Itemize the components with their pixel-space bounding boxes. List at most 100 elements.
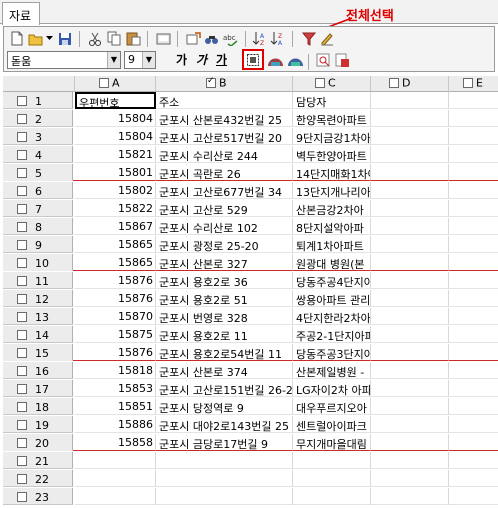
row-height-icon[interactable] <box>266 52 284 69</box>
italic-button[interactable]: 가 <box>196 51 207 68</box>
cell-a[interactable]: 15858 <box>75 434 156 451</box>
row-header[interactable]: 1 <box>3 92 73 109</box>
cell-b[interactable]: 군포시 용호2로 51 <box>156 290 293 307</box>
cell-a[interactable]: 15886 <box>75 416 156 433</box>
cell-e[interactable] <box>449 128 498 145</box>
row-header[interactable]: 9 <box>3 236 73 253</box>
cell-d[interactable] <box>371 272 449 289</box>
new-file-icon[interactable] <box>8 30 26 47</box>
print-preview-icon[interactable] <box>154 30 172 47</box>
row-checkbox[interactable] <box>17 330 27 340</box>
cell-b[interactable]: 군포시 당정역로 9 <box>156 398 293 415</box>
find-icon[interactable] <box>203 30 221 47</box>
cell-b[interactable]: 군포시 용호2로54번길 11 <box>156 344 293 361</box>
spell-check-icon[interactable]: abc <box>222 30 240 47</box>
open-dropdown-icon[interactable] <box>45 30 54 47</box>
cell-e[interactable] <box>449 470 498 487</box>
row-checkbox[interactable] <box>17 366 27 376</box>
cell-a[interactable] <box>75 470 156 487</box>
cell-e[interactable] <box>449 164 498 181</box>
cell-c[interactable]: 8단지설악아파 <box>293 218 371 235</box>
cell-a[interactable]: 15876 <box>75 290 156 307</box>
cell-c[interactable]: 센트럴아이파크 <box>293 416 371 433</box>
cell-d[interactable] <box>371 254 449 271</box>
column-width-icon[interactable] <box>286 52 304 69</box>
row-checkbox[interactable] <box>17 438 27 448</box>
cell-b[interactable]: 군포시 금당로17번길 9 <box>156 434 293 451</box>
cell-d[interactable] <box>371 92 449 109</box>
column-c-checkbox[interactable] <box>315 78 325 88</box>
cell-b[interactable]: 군포시 고산로151번길 26-23 <box>156 380 293 397</box>
row-checkbox[interactable] <box>17 114 27 124</box>
column-e-checkbox[interactable] <box>463 78 473 88</box>
row-header[interactable]: 16 <box>3 362 73 379</box>
cell-d[interactable] <box>371 434 449 451</box>
cell-c[interactable]: LG자이2차 아파 <box>293 380 371 397</box>
cell-a[interactable]: 15821 <box>75 146 156 163</box>
cell-d[interactable] <box>371 236 449 253</box>
cell-c[interactable]: 주공2-1단지아파 <box>293 326 371 343</box>
cell-b[interactable] <box>156 488 293 505</box>
cell-d[interactable] <box>371 344 449 361</box>
row-checkbox[interactable] <box>17 168 27 178</box>
cell-e[interactable] <box>449 326 498 343</box>
cell-c[interactable]: 쌍용아파트 관리 <box>293 290 371 307</box>
cell-c[interactable]: 13단지개나리아 <box>293 182 371 199</box>
sort-descending-icon[interactable]: ZA <box>269 30 287 47</box>
cell-b[interactable]: 군포시 수리산로 102 <box>156 218 293 235</box>
cell-e[interactable] <box>449 344 498 361</box>
cell-d[interactable] <box>371 200 449 217</box>
search-icon[interactable] <box>314 52 332 69</box>
cell-a[interactable]: 15822 <box>75 200 156 217</box>
cell-a[interactable]: 15865 <box>75 236 156 253</box>
row-header[interactable]: 10 <box>3 254 73 271</box>
cell-e[interactable] <box>449 182 498 199</box>
cell-a[interactable]: 15804 <box>75 110 156 127</box>
cell-d[interactable] <box>371 452 449 469</box>
cell-c[interactable]: 산본금강2차아 <box>293 200 371 217</box>
underline-button[interactable]: 가 <box>216 51 227 68</box>
cell-c[interactable] <box>293 470 371 487</box>
row-header[interactable]: 8 <box>3 218 73 235</box>
cell-b[interactable]: 군포시 산본로 327 <box>156 254 293 271</box>
bold-button[interactable]: 가 <box>176 51 187 68</box>
row-header[interactable]: 7 <box>3 200 73 217</box>
cell-e[interactable] <box>449 110 498 127</box>
cell-c[interactable]: 한양목련아파트 <box>293 110 371 127</box>
row-header[interactable]: 6 <box>3 182 73 199</box>
column-header-b[interactable]: B <box>156 76 293 92</box>
row-checkbox[interactable] <box>17 222 27 232</box>
column-header-c[interactable]: C <box>293 76 371 92</box>
row-checkbox[interactable] <box>17 240 27 250</box>
row-header[interactable]: 19 <box>3 416 73 433</box>
row-checkbox[interactable] <box>17 258 27 268</box>
cell-b[interactable]: 군포시 고산로517번길 20 <box>156 128 293 145</box>
sort-ascending-icon[interactable]: AZ <box>251 30 269 47</box>
cell-d[interactable] <box>371 362 449 379</box>
cell-a[interactable] <box>75 488 156 505</box>
font-size-select[interactable]: 9 ▼ <box>124 51 156 69</box>
cell-a[interactable]: 15876 <box>75 272 156 289</box>
cell-d[interactable] <box>371 470 449 487</box>
row-checkbox[interactable] <box>17 348 27 358</box>
cell-b[interactable]: 주소 <box>156 92 293 109</box>
cell-d[interactable] <box>371 182 449 199</box>
save-icon[interactable] <box>56 30 74 47</box>
cell-e[interactable] <box>449 308 498 325</box>
cell-b[interactable] <box>156 470 293 487</box>
row-checkbox[interactable] <box>17 402 27 412</box>
row-header[interactable]: 18 <box>3 398 73 415</box>
cell-a[interactable]: 우편번호 <box>75 92 156 109</box>
row-header[interactable]: 12 <box>3 290 73 307</box>
cell-e[interactable] <box>449 146 498 163</box>
cell-d[interactable] <box>371 110 449 127</box>
cell-e[interactable] <box>449 434 498 451</box>
cell-c[interactable]: 무지개마을대림 <box>293 434 371 451</box>
cell-a[interactable]: 15867 <box>75 218 156 235</box>
row-header[interactable]: 17 <box>3 380 73 397</box>
row-checkbox[interactable] <box>17 420 27 430</box>
corner-header[interactable] <box>3 76 75 92</box>
cell-e[interactable] <box>449 254 498 271</box>
filter-icon[interactable] <box>299 30 317 47</box>
cell-d[interactable] <box>371 290 449 307</box>
